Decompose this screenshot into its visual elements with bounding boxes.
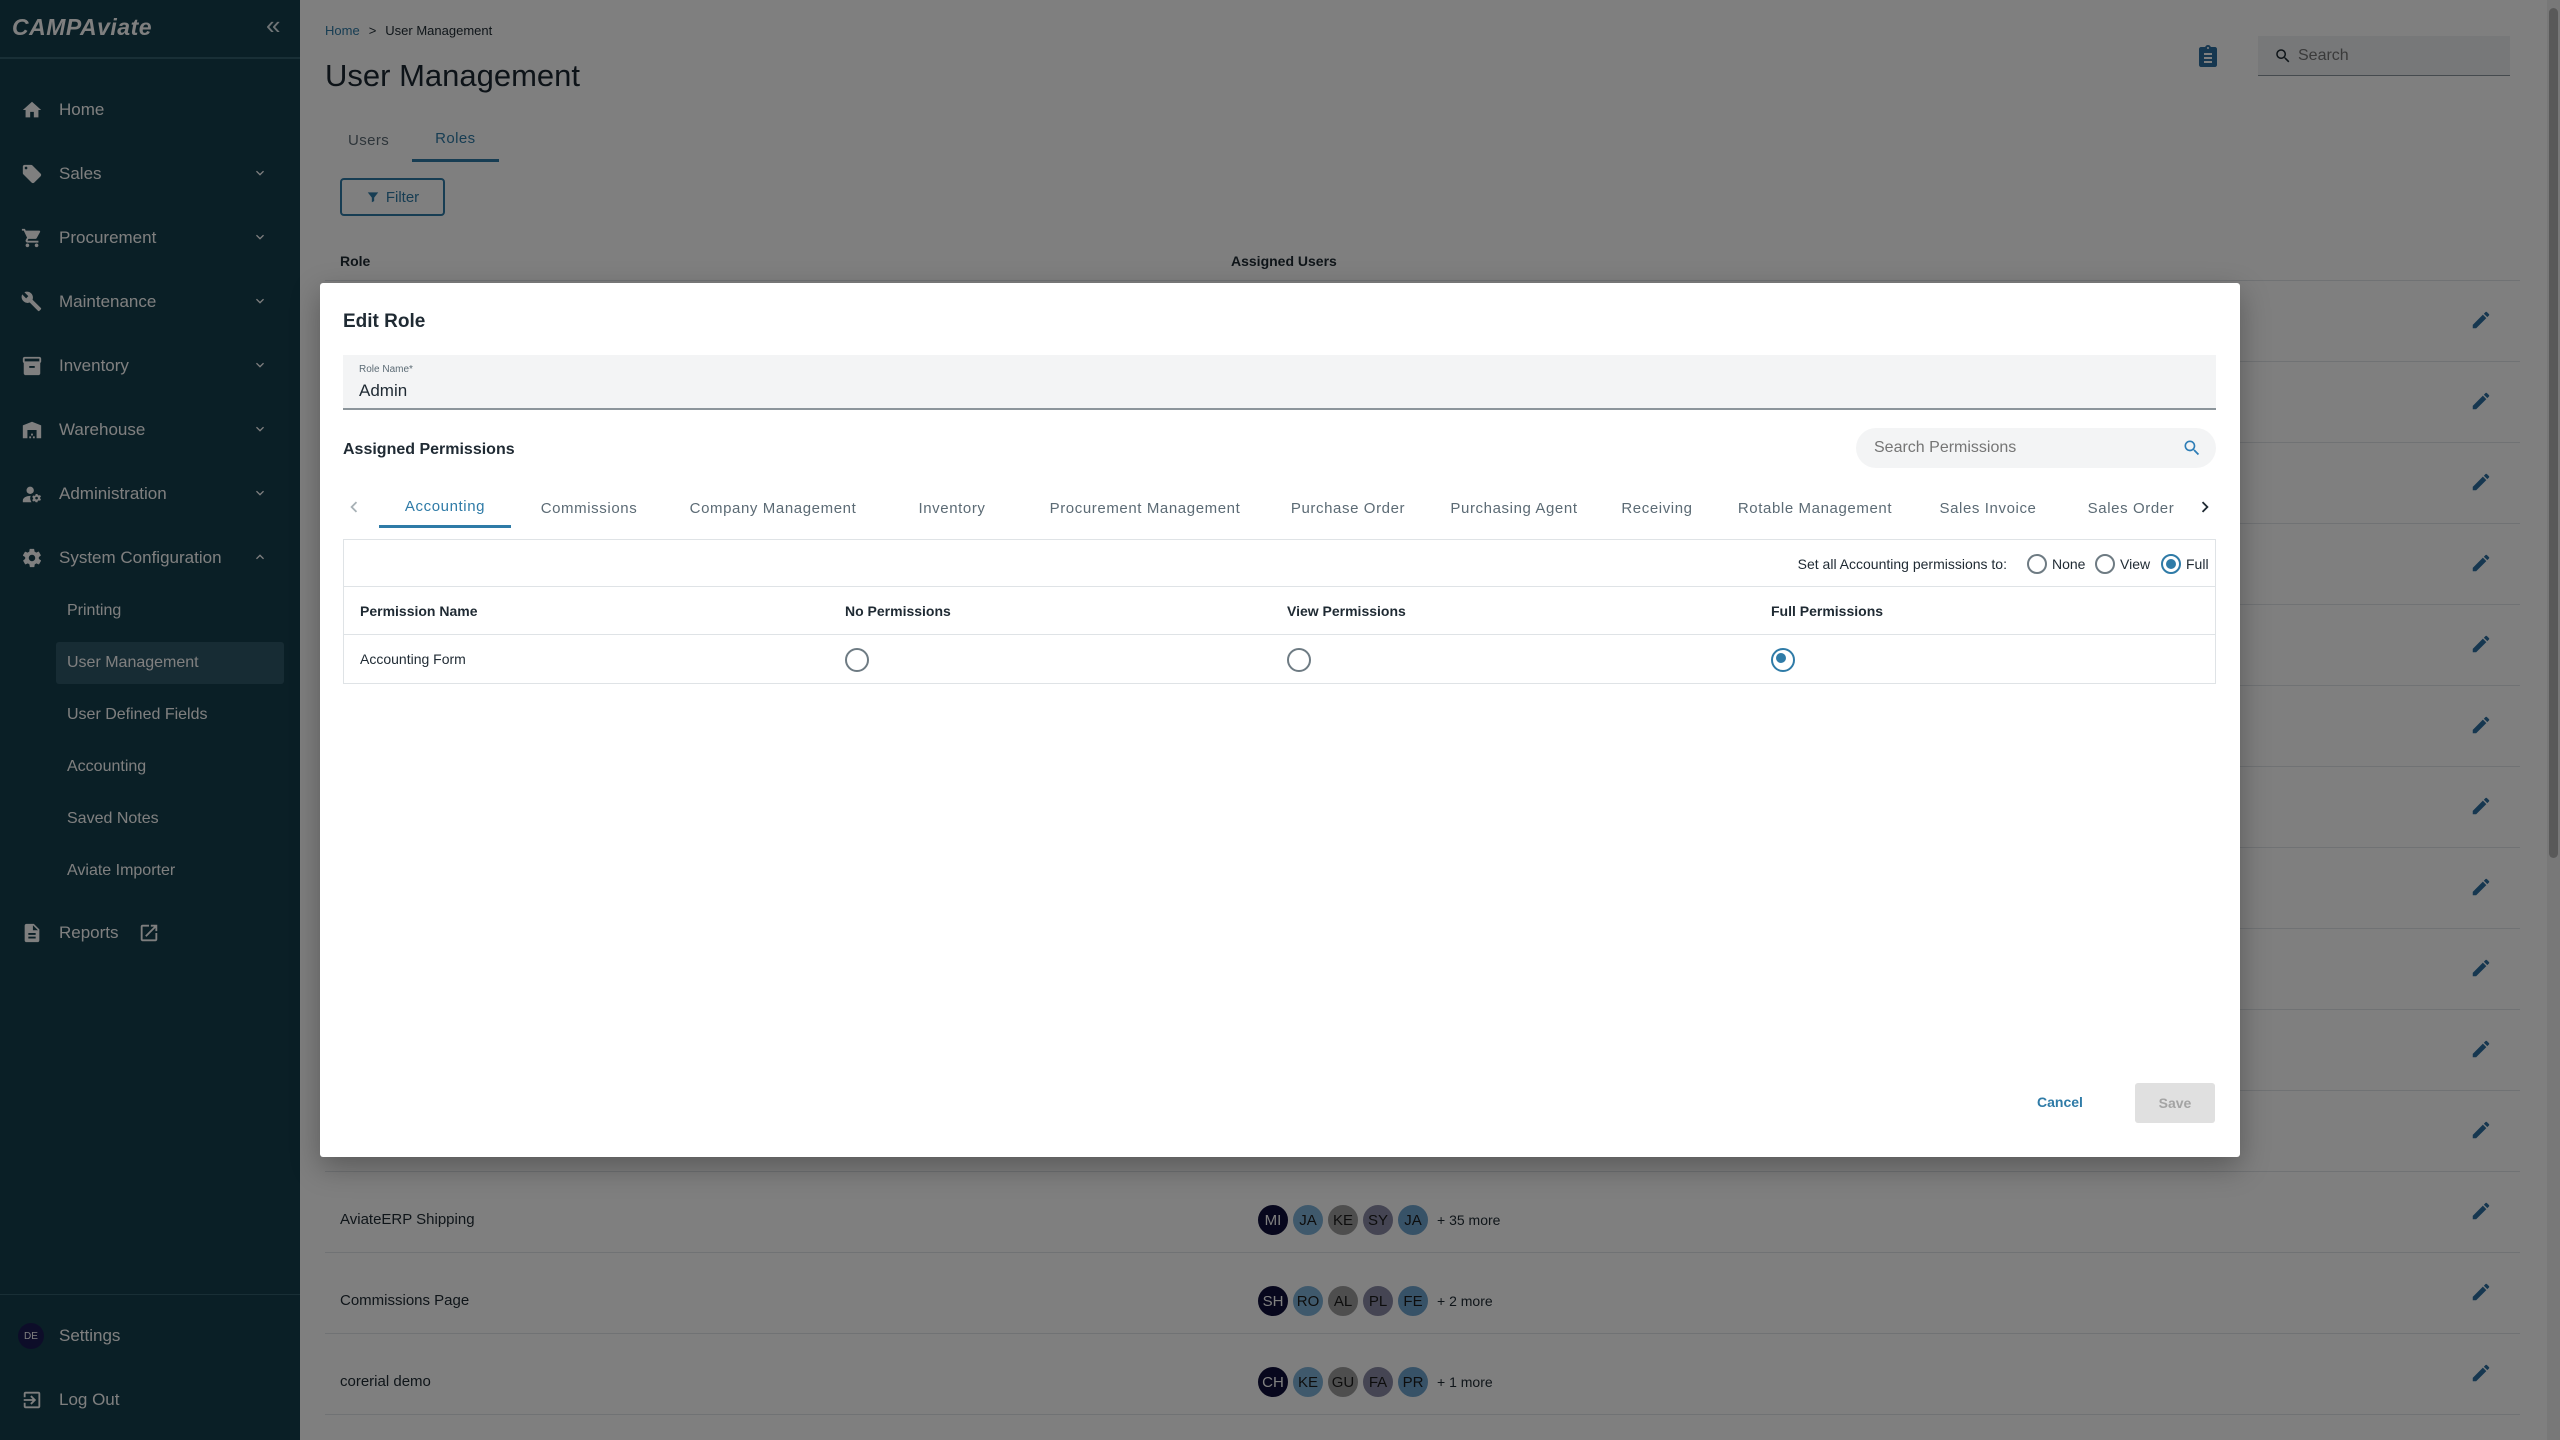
perm-tab-procurement-management[interactable]: Procurement Management xyxy=(1025,488,1265,528)
permission-search[interactable] xyxy=(1856,428,2216,468)
set-all-permissions-bar: Set all Accounting permissions to: None … xyxy=(344,540,2215,587)
role-name-field[interactable]: Role Name* xyxy=(343,355,2216,410)
column-full-permissions: Full Permissions xyxy=(1771,603,1884,619)
header-divider xyxy=(344,634,2215,635)
edit-role-dialog: Edit Role Role Name* Assigned Permission… xyxy=(320,283,2240,1157)
set-all-full-label: Full xyxy=(2186,556,2209,572)
role-name-input[interactable] xyxy=(359,381,959,401)
perm-tab-commissions[interactable]: Commissions xyxy=(511,488,667,528)
perm-tab-receiving[interactable]: Receiving xyxy=(1597,488,1717,528)
perm-tab-accounting[interactable]: Accounting xyxy=(379,488,511,528)
assigned-permissions-title: Assigned Permissions xyxy=(343,441,515,458)
set-all-view-radio[interactable] xyxy=(2095,554,2115,574)
permission-tabs: Accounting Commissions Company Managemen… xyxy=(343,488,2216,528)
search-icon[interactable] xyxy=(2182,438,2202,458)
chevron-right-icon[interactable] xyxy=(2194,496,2216,518)
perm-tab-rotable-management[interactable]: Rotable Management xyxy=(1717,488,1913,528)
view-permissions-radio[interactable] xyxy=(1287,648,1311,672)
perm-tab-purchase-order[interactable]: Purchase Order xyxy=(1265,488,1431,528)
role-name-label: Role Name* xyxy=(359,364,413,375)
set-all-none-radio[interactable] xyxy=(2027,554,2047,574)
perm-tab-company-management[interactable]: Company Management xyxy=(667,488,879,528)
perm-tab-sales-order[interactable]: Sales Order xyxy=(2063,488,2199,528)
cancel-button[interactable]: Cancel xyxy=(2037,1094,2083,1110)
permission-name-cell: Accounting Form xyxy=(360,651,466,667)
chevron-left-icon[interactable] xyxy=(343,496,365,518)
set-all-view-label: View xyxy=(2120,556,2151,572)
set-all-none-label: None xyxy=(2052,556,2086,572)
permissions-table: Set all Accounting permissions to: None … xyxy=(343,539,2216,684)
permission-search-input[interactable] xyxy=(1874,439,2174,457)
perm-tab-inventory[interactable]: Inventory xyxy=(879,488,1025,528)
save-button[interactable]: Save xyxy=(2135,1083,2215,1123)
column-view-permissions: View Permissions xyxy=(1287,603,1406,619)
dialog-title: Edit Role xyxy=(343,311,426,332)
perm-tab-sales-invoice[interactable]: Sales Invoice xyxy=(1913,488,2063,528)
perm-tab-purchasing-agent[interactable]: Purchasing Agent xyxy=(1431,488,1597,528)
column-no-permissions: No Permissions xyxy=(845,603,951,619)
set-all-full-radio[interactable] xyxy=(2161,554,2181,574)
no-permissions-radio[interactable] xyxy=(845,648,869,672)
set-all-label: Set all Accounting permissions to: xyxy=(1797,556,2007,572)
column-permission-name: Permission Name xyxy=(360,603,478,619)
full-permissions-radio[interactable] xyxy=(1771,648,1795,672)
